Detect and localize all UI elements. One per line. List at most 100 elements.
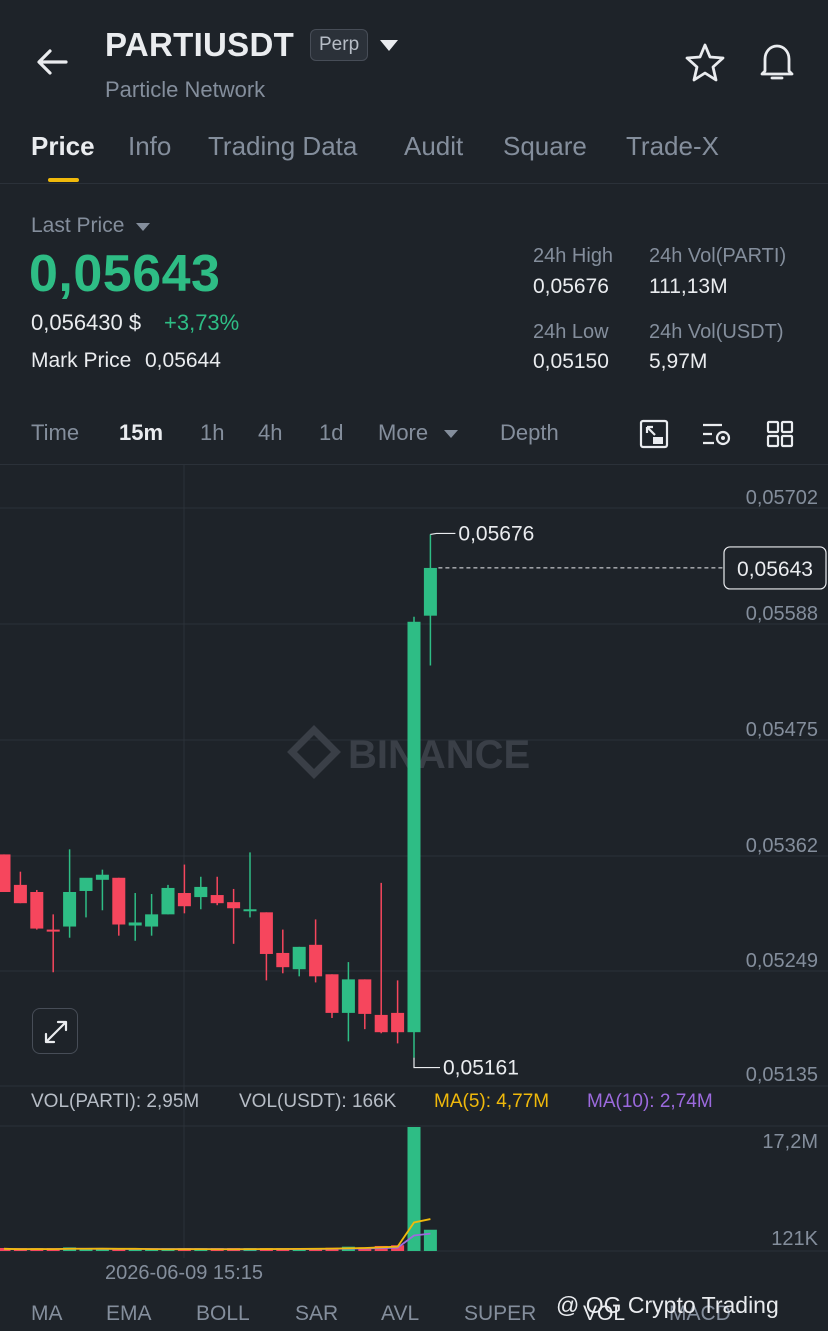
candle-body	[341, 979, 355, 1013]
candle-body	[407, 621, 421, 1033]
indicator-ma[interactable]: MA	[31, 1302, 63, 1326]
candles	[0, 534, 437, 1058]
ma5-legend: MA(5): 4,77M	[434, 1091, 550, 1112]
candle-body	[358, 979, 372, 1014]
candle-body	[259, 912, 273, 954]
tab-audit[interactable]: Audit	[404, 131, 463, 162]
indicator-sar[interactable]: SAR	[295, 1302, 338, 1326]
vol-parti-legend: VOL(PARTI): 2,95M	[31, 1091, 200, 1112]
dropdown-caret-icon[interactable]	[380, 40, 398, 51]
high-label: 24h High	[533, 245, 614, 267]
chart-settings-icon[interactable]	[700, 418, 732, 450]
indicator-ema[interactable]: EMA	[106, 1302, 152, 1326]
vol-usdt-label: 24h Vol(USDT)	[649, 321, 784, 343]
tf-15m[interactable]: 15m	[119, 420, 163, 446]
perp-badge: Perp	[310, 29, 369, 61]
project-name: Particle Network	[105, 77, 266, 102]
y-tick-label: 0,05702	[746, 487, 818, 509]
grid-layout-icon[interactable]	[764, 418, 796, 450]
low-marker-line	[413, 1057, 440, 1069]
current-price-label: 0,05643	[737, 558, 813, 581]
candle-body	[309, 944, 323, 977]
tf-4h[interactable]: 4h	[258, 420, 282, 446]
candle-body	[13, 884, 27, 904]
candle-body	[161, 887, 175, 915]
binance-logo-icon	[287, 725, 341, 779]
low-value: 0,05150	[533, 350, 609, 373]
tab-trade-x[interactable]: Trade-X	[626, 131, 719, 162]
candle-body	[276, 952, 290, 968]
more-caret-icon[interactable]	[444, 430, 458, 438]
candle-body	[79, 877, 93, 891]
tf-more[interactable]: More	[378, 420, 428, 446]
volume-y-tick: 17,2M	[762, 1131, 818, 1153]
candle-body	[391, 1012, 405, 1033]
low-label: 24h Low	[533, 321, 609, 343]
back-arrow-icon[interactable]	[30, 40, 74, 84]
last-price-label[interactable]: Last Price	[31, 214, 124, 238]
binance-watermark-text: BINANCE	[348, 733, 530, 777]
tf-depth[interactable]: Depth	[500, 420, 559, 446]
candle-body	[292, 946, 306, 970]
star-icon[interactable]	[684, 42, 726, 82]
ma5-line	[3, 1218, 431, 1251]
tab-info[interactable]: Info	[128, 131, 171, 162]
y-tick-label: 0,05249	[746, 950, 818, 972]
mark-price: 0,05644	[145, 349, 221, 372]
tf-time[interactable]: Time	[31, 420, 79, 446]
tf-1h[interactable]: 1h	[200, 420, 224, 446]
header: PARTIUSDT Perp Particle Network	[0, 0, 828, 120]
high-marker-line	[430, 532, 456, 536]
candle-body	[210, 895, 224, 904]
y-tick-label: 0,05362	[746, 835, 818, 857]
tab-square[interactable]: Square	[503, 131, 587, 162]
caret-down-icon[interactable]	[136, 223, 150, 231]
active-tab-indicator	[48, 178, 79, 182]
tab-price[interactable]: Price	[31, 131, 95, 162]
y-tick-label: 0,05588	[746, 603, 818, 625]
volume-bars: 17,2M 121K 2026-06-09 15:15	[0, 1127, 819, 1284]
ma10-legend: MA(10): 2,74M	[587, 1091, 713, 1112]
volume-bar	[407, 1127, 421, 1251]
usd-price: 0,056430 $	[31, 310, 142, 335]
last-price: 0,05643	[29, 245, 221, 303]
vol-usdt-legend: VOL(USDT): 166K	[239, 1091, 397, 1112]
ma10-line	[3, 1232, 431, 1251]
indicator-avl[interactable]: AVL	[381, 1302, 419, 1326]
volume-bar	[423, 1229, 437, 1251]
symbol-title[interactable]: PARTIUSDT	[105, 26, 294, 64]
source-watermark: @ OG Crypto Trading	[556, 1292, 779, 1318]
y-tick-label: 0,05475	[746, 719, 818, 741]
candle-body	[227, 902, 241, 909]
candle-body	[46, 929, 60, 932]
mark-price-label: Mark Price	[31, 349, 132, 372]
volume-y-tick: 121K	[771, 1228, 818, 1250]
candle-body	[63, 892, 77, 927]
high-marker-label: 0,05676	[458, 522, 534, 545]
candle-body	[95, 874, 109, 880]
expand-chart-button[interactable]	[32, 1008, 78, 1054]
candle-body	[30, 892, 44, 929]
candle-body	[0, 854, 11, 892]
tab-bar: Price Info Trading Data Audit Square Tra…	[0, 120, 828, 184]
fullscreen-icon[interactable]	[638, 418, 670, 450]
x-axis-label: 2026-06-09 15:15	[105, 1262, 263, 1284]
indicator-boll[interactable]: BOLL	[196, 1302, 250, 1326]
vol-parti-label: 24h Vol(PARTI)	[649, 245, 787, 267]
indicator-super[interactable]: SUPER	[464, 1302, 536, 1326]
tab-trading-data[interactable]: Trading Data	[208, 131, 357, 162]
candle-body	[194, 886, 208, 898]
tf-1d[interactable]: 1d	[319, 420, 343, 446]
candle-body	[374, 1014, 388, 1033]
vol-usdt-value: 5,97M	[649, 350, 708, 373]
candle-body	[243, 909, 257, 912]
vol-parti-value: 111,13M	[649, 275, 728, 298]
candle-body	[128, 922, 142, 926]
low-marker-label: 0,05161	[443, 1057, 519, 1080]
candle-body	[325, 974, 339, 1013]
high-value: 0,05676	[533, 275, 609, 298]
candlestick-chart[interactable]: BINANCE 0,05702 0,05588 0,05475 0,05362 0,05…	[0, 465, 828, 1331]
price-change: +3,73%	[164, 310, 240, 335]
bell-icon[interactable]	[756, 40, 798, 82]
candle-body	[112, 877, 126, 925]
